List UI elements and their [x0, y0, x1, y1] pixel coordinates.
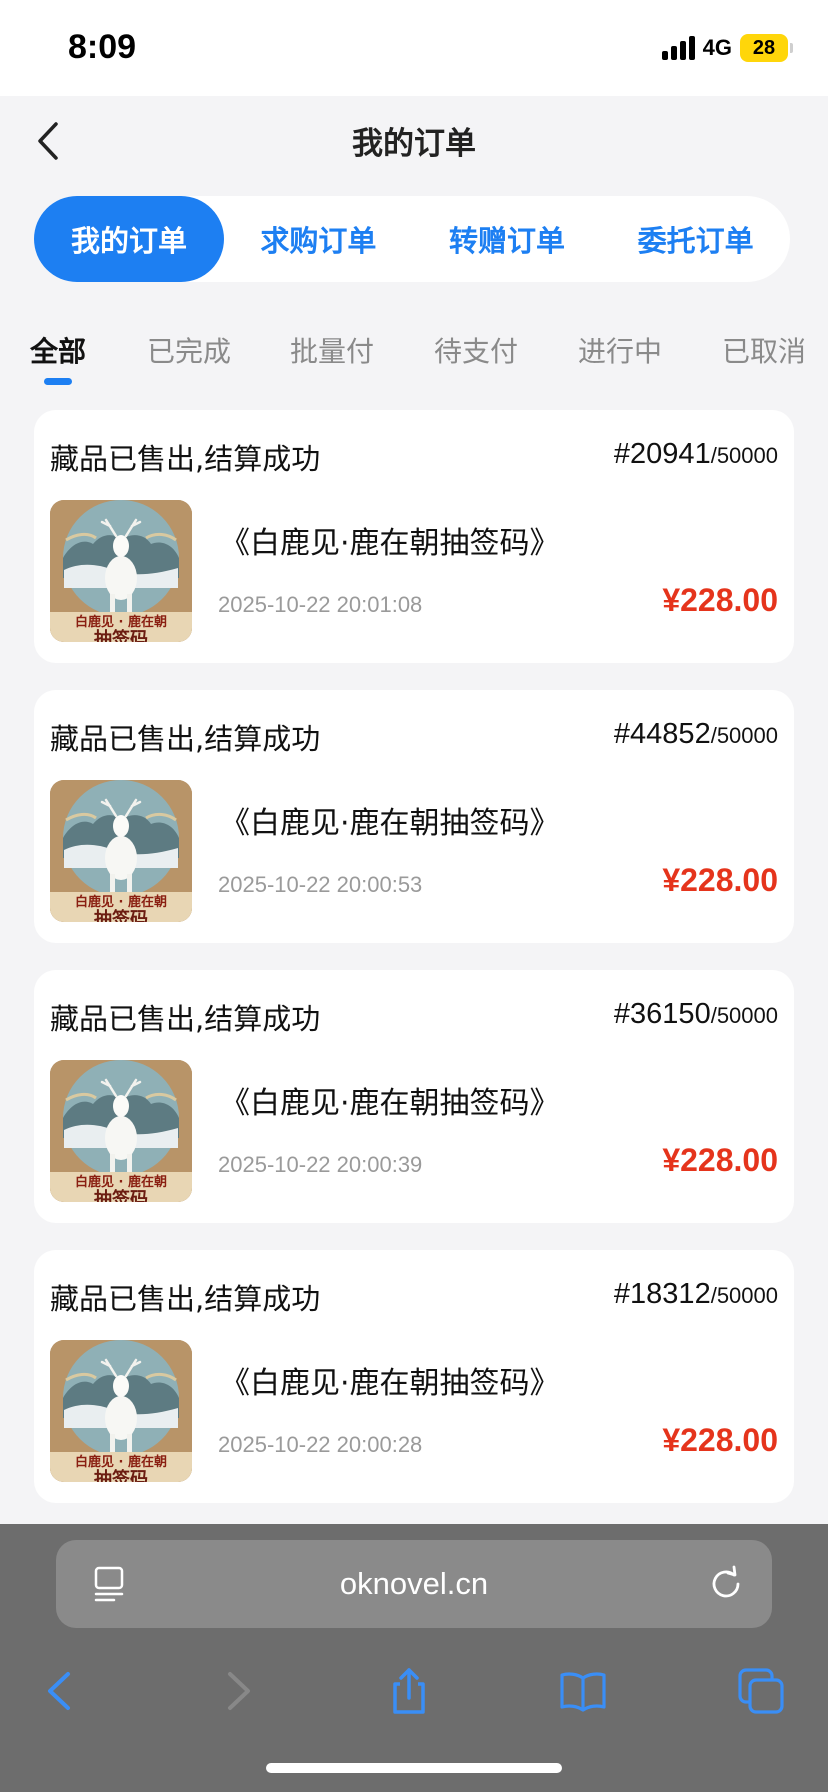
white-deer-image: 白鹿见 · 鹿在朝 抽签码	[50, 1340, 192, 1482]
serial-number: #18312	[613, 1278, 711, 1310]
tab-my-orders[interactable]: 我的订单	[34, 196, 224, 282]
white-deer-image: 白鹿见 · 鹿在朝 抽签码	[50, 780, 192, 922]
thumb-caption-2: 抽签码	[94, 1468, 148, 1482]
tab-gift-orders[interactable]: 转赠订单	[413, 196, 602, 282]
status-filter-tabs: 全部 已完成 批量付 待支付 进行中 已取消	[30, 330, 820, 390]
order-card[interactable]: 藏品已售出,结算成功 #18312/50000 白鹿见 · 鹿在朝 抽签码 《白…	[34, 1250, 794, 1503]
product-name[interactable]: 《白鹿见·鹿在朝抽签码》	[220, 1078, 560, 1122]
filter-in-progress[interactable]: 进行中	[578, 330, 662, 370]
serial-total: /50000	[710, 443, 778, 468]
page-title: 我的订单	[352, 126, 476, 162]
serial-number: #20941	[613, 438, 711, 470]
forward-nav-icon[interactable]	[212, 1666, 262, 1716]
product-thumbnail[interactable]: 白鹿见 · 鹿在朝 抽签码	[50, 500, 192, 642]
order-card[interactable]: 藏品已售出,结算成功 #44852/50000 白鹿见 · 鹿在朝 抽签码 《白…	[34, 690, 794, 943]
serial-total: /50000	[710, 1283, 778, 1308]
serial-total: /50000	[710, 1003, 778, 1028]
battery-icon: 28	[740, 34, 793, 62]
order-price: ¥228.00	[662, 582, 778, 618]
order-card[interactable]: 藏品已售出,结算成功 #36150/50000 白鹿见 · 鹿在朝 抽签码 《白…	[34, 970, 794, 1223]
address-bar[interactable]: oknovel.cn	[56, 1540, 772, 1628]
serial-number: #44852	[613, 718, 711, 750]
tab-purchase-orders[interactable]: 求购订单	[224, 196, 413, 282]
order-serial: #44852/50000	[614, 718, 778, 751]
order-price: ¥228.00	[662, 1142, 778, 1178]
order-status: 藏品已售出,结算成功	[50, 442, 321, 476]
product-thumbnail[interactable]: 白鹿见 · 鹿在朝 抽签码	[50, 1060, 192, 1202]
status-bar: 8:09 4G 28	[0, 0, 828, 96]
product-thumbnail[interactable]: 白鹿见 · 鹿在朝 抽签码	[50, 780, 192, 922]
order-price: ¥228.00	[662, 1422, 778, 1458]
thumb-caption: 白鹿见 · 鹿在朝	[75, 1454, 167, 1470]
share-icon[interactable]	[384, 1666, 434, 1716]
filter-all[interactable]: 全部	[30, 330, 86, 370]
order-card[interactable]: 藏品已售出,结算成功 #20941/50000 白鹿见 · 鹿在朝 抽签码 《白…	[34, 410, 794, 663]
network-type: 4G	[702, 35, 732, 60]
order-time: 2025-10-22 20:00:28	[218, 1432, 423, 1457]
thumb-caption: 白鹿见 · 鹿在朝	[75, 1174, 167, 1190]
order-serial: #18312/50000	[614, 1278, 778, 1311]
header: 我的订单	[0, 96, 828, 186]
thumb-caption-2: 抽签码	[94, 1188, 148, 1202]
order-serial: #36150/50000	[614, 998, 778, 1031]
url-text: oknovel.cn	[339, 1566, 489, 1601]
thumb-caption: 白鹿见 · 鹿在朝	[75, 614, 167, 630]
order-status: 藏品已售出,结算成功	[50, 722, 321, 756]
product-name[interactable]: 《白鹿见·鹿在朝抽签码》	[220, 518, 560, 562]
tab-consign-orders[interactable]: 委托订单	[601, 196, 790, 282]
serial-number: #36150	[613, 998, 711, 1030]
white-deer-image: 白鹿见 · 鹿在朝 抽签码	[50, 500, 192, 642]
reload-icon[interactable]	[706, 1564, 746, 1604]
back-nav-icon[interactable]	[36, 1666, 86, 1716]
product-name[interactable]: 《白鹿见·鹿在朝抽签码》	[220, 798, 560, 842]
order-price: ¥228.00	[662, 862, 778, 898]
order-status: 藏品已售出,结算成功	[50, 1282, 321, 1316]
product-name[interactable]: 《白鹿见·鹿在朝抽签码》	[220, 1358, 560, 1402]
signal-icon	[661, 36, 695, 60]
filter-batch-pay[interactable]: 批量付	[290, 330, 374, 370]
browser-nav-row	[0, 1654, 828, 1734]
status-time: 8:09	[68, 28, 137, 66]
thumb-caption: 白鹿见 · 鹿在朝	[75, 894, 167, 910]
filter-completed[interactable]: 已完成	[147, 330, 231, 370]
filter-cancelled[interactable]: 已取消	[722, 330, 806, 370]
status-indicators: 4G 28	[661, 34, 793, 62]
order-time: 2025-10-22 20:00:39	[218, 1152, 423, 1177]
tabs-icon[interactable]	[736, 1666, 786, 1716]
browser-toolbar: oknovel.cn	[0, 1524, 828, 1792]
product-thumbnail[interactable]: 白鹿见 · 鹿在朝 抽签码	[50, 1340, 192, 1482]
order-list: 藏品已售出,结算成功 #20941/50000 白鹿见 · 鹿在朝 抽签码 《白…	[34, 410, 794, 1530]
active-filter-indicator	[44, 378, 72, 385]
home-indicator	[266, 1763, 562, 1773]
filter-pending-payment[interactable]: 待支付	[434, 330, 518, 370]
bookmarks-icon[interactable]	[558, 1666, 608, 1716]
order-time: 2025-10-22 20:01:08	[218, 592, 423, 617]
thumb-caption-2: 抽签码	[94, 628, 148, 642]
thumb-caption-2: 抽签码	[94, 908, 148, 922]
order-status: 藏品已售出,结算成功	[50, 1002, 321, 1036]
order-type-tabs: 我的订单 求购订单 转赠订单 委托订单	[34, 196, 790, 282]
white-deer-image: 白鹿见 · 鹿在朝 抽签码	[50, 1060, 192, 1202]
order-serial: #20941/50000	[614, 438, 778, 471]
battery-level: 28	[752, 36, 776, 59]
serial-total: /50000	[710, 723, 778, 748]
order-time: 2025-10-22 20:00:53	[218, 872, 423, 897]
